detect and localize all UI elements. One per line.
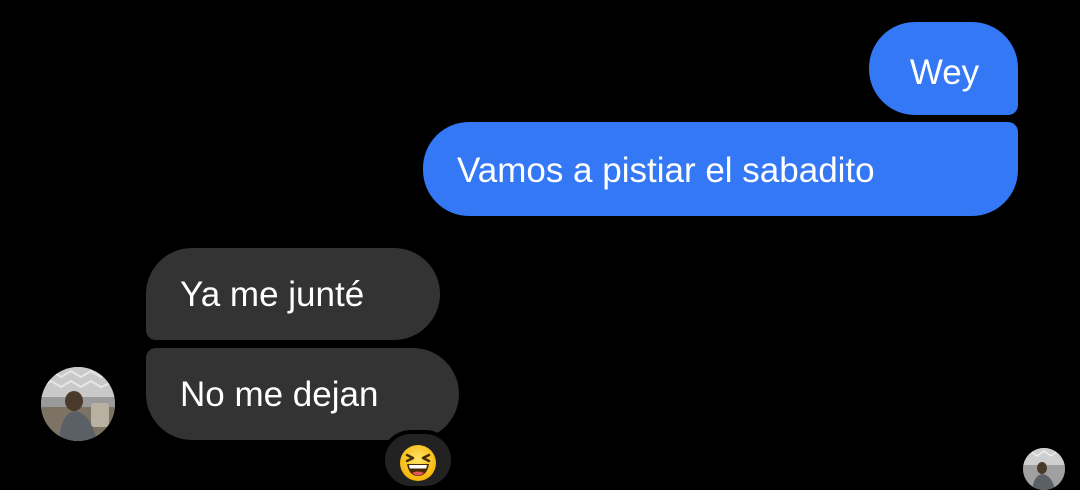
outgoing-message-bubble[interactable]: Wey: [869, 22, 1018, 115]
read-receipt-avatar: [1023, 448, 1065, 490]
outgoing-message-bubble[interactable]: Vamos a pistiar el sabadito: [423, 122, 1018, 216]
incoming-message-bubble[interactable]: No me dejan: [146, 348, 459, 440]
message-text: Ya me junté: [180, 275, 365, 314]
message-text: No me dejan: [180, 375, 379, 414]
grinning-squinting-face-emoji-icon: [400, 445, 436, 481]
contact-avatar[interactable]: [41, 367, 115, 441]
incoming-message-bubble[interactable]: Ya me junté: [146, 248, 440, 340]
message-text: Wey: [909, 53, 980, 92]
read-receipt-avatar-icon: [1023, 448, 1065, 490]
contact-avatar-photo-icon: [41, 367, 115, 441]
message-text: Vamos a pistiar el sabadito: [457, 151, 875, 190]
chat-screen: { "conversation": { "messages": [ { "sen…: [0, 0, 1080, 490]
message-reaction[interactable]: [381, 430, 455, 490]
